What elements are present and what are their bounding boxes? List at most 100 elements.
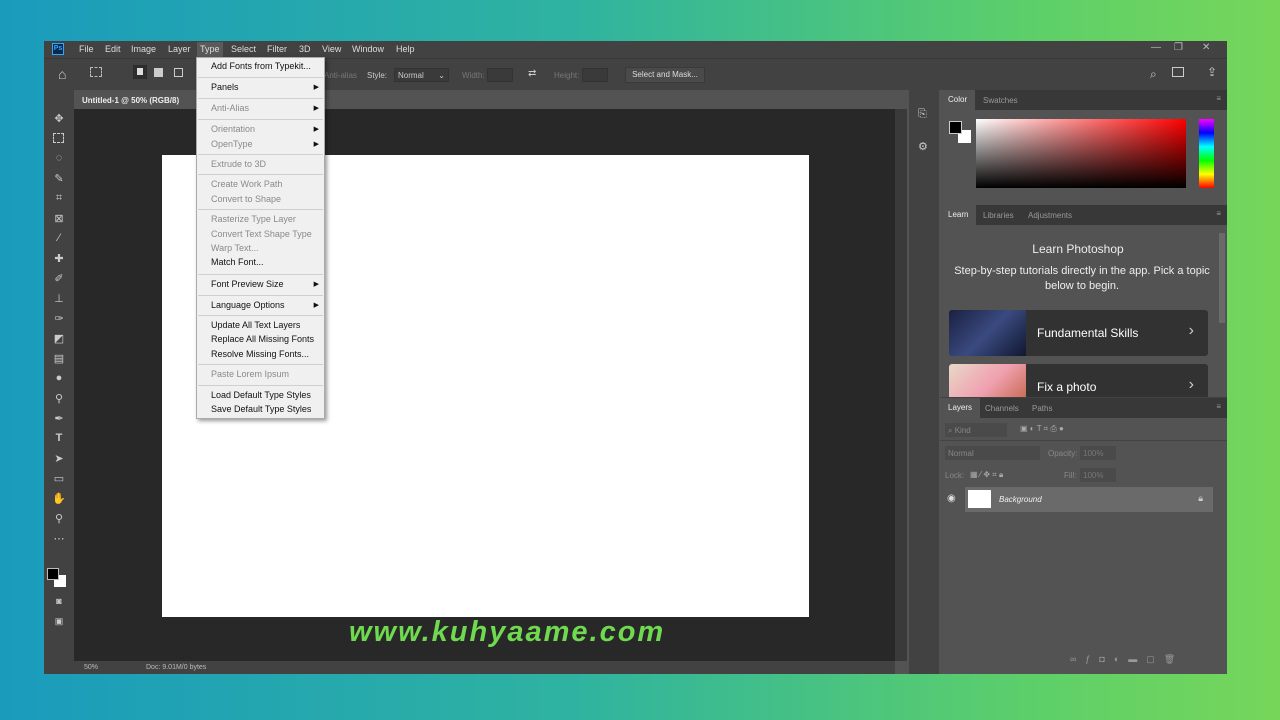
- menu-item-update-all-text-layers[interactable]: Update All Text Layers: [211, 320, 300, 330]
- lock-icons[interactable]: ▦ ⁄ ✥ ⌗ 🔒︎: [970, 470, 1003, 480]
- tab-color[interactable]: Color: [940, 90, 976, 110]
- menu-item-match-font[interactable]: Match Font...: [211, 257, 264, 267]
- menu-select[interactable]: Select: [231, 44, 256, 54]
- healing-brush-tool-icon[interactable]: ✚: [52, 252, 66, 265]
- menu-edit[interactable]: Edit: [105, 44, 121, 54]
- opacity-input[interactable]: 100%: [1080, 446, 1116, 460]
- zoom-level[interactable]: 50%: [84, 664, 98, 671]
- tab-learn[interactable]: Learn: [940, 205, 977, 225]
- menu-layer[interactable]: Layer: [168, 44, 191, 54]
- maximize-button[interactable]: ❐: [1174, 42, 1183, 53]
- menu-3d[interactable]: 3D: [299, 44, 311, 54]
- brush-tool-icon[interactable]: ✐: [52, 272, 66, 285]
- tab-channels[interactable]: Channels: [985, 404, 1019, 413]
- panel-menu-icon[interactable]: ≡: [1216, 94, 1221, 103]
- menu-item-warp-text[interactable]: Warp Text...: [211, 243, 259, 253]
- menu-item-convert-to-shape[interactable]: Convert to Shape: [211, 194, 281, 204]
- tutorial-card-fix-a-photo[interactable]: Fix a photo ›: [949, 364, 1208, 397]
- color-spectrum-field[interactable]: [976, 119, 1186, 188]
- screen-mode-icon[interactable]: ▣: [52, 616, 66, 627]
- move-tool-icon[interactable]: ✥: [52, 112, 66, 125]
- layer-kind-filter[interactable]: ⌕ Kind: [945, 423, 1007, 437]
- menu-window[interactable]: Window: [352, 44, 384, 54]
- share-icon[interactable]: ⇪: [1207, 65, 1217, 79]
- menu-item-extrude-to-3d[interactable]: Extrude to 3D: [211, 159, 266, 169]
- add-selection-button[interactable]: [154, 68, 163, 77]
- menu-type[interactable]: Type: [197, 42, 223, 58]
- minimize-button[interactable]: —: [1151, 42, 1161, 53]
- crop-tool-icon[interactable]: ⌗: [52, 192, 66, 205]
- foreground-color-swatch[interactable]: [949, 121, 962, 134]
- tab-libraries[interactable]: Libraries: [983, 211, 1014, 220]
- dodge-tool-icon[interactable]: ⚲: [52, 392, 66, 405]
- eye-icon[interactable]: ◉: [947, 493, 956, 504]
- menu-item-anti-alias[interactable]: Anti-Alias: [211, 103, 249, 113]
- panel-menu-icon[interactable]: ≡: [1216, 209, 1221, 218]
- menu-item-load-default-type-styles[interactable]: Load Default Type Styles: [211, 390, 311, 400]
- zoom-tool-icon[interactable]: ⚲: [52, 512, 66, 525]
- eraser-tool-icon[interactable]: ◩: [52, 332, 66, 345]
- hue-slider[interactable]: [1199, 119, 1214, 188]
- menu-item-panels[interactable]: Panels: [211, 82, 239, 92]
- menu-item-convert-text-shape-type[interactable]: Convert Text Shape Type: [211, 229, 312, 239]
- swap-icon[interactable]: ⇄: [528, 68, 536, 79]
- pen-tool-icon[interactable]: ✒: [52, 412, 66, 425]
- canvas-scrollbar[interactable]: [895, 109, 907, 661]
- foreground-color-swatch[interactable]: [47, 568, 59, 580]
- menu-item-resolve-missing-fonts[interactable]: Resolve Missing Fonts...: [211, 349, 309, 359]
- quick-mask-icon[interactable]: ◙: [52, 596, 66, 606]
- select-and-mask-button[interactable]: Select and Mask...: [625, 67, 705, 83]
- frame-tool-icon[interactable]: ⊠: [52, 212, 66, 225]
- menu-item-save-default-type-styles[interactable]: Save Default Type Styles: [211, 404, 311, 414]
- style-select[interactable]: Normal ⌄: [394, 68, 449, 82]
- history-brush-tool-icon[interactable]: ✑: [52, 312, 66, 325]
- height-input[interactable]: [582, 68, 608, 82]
- menu-file[interactable]: File: [79, 44, 94, 54]
- menu-item-add-fonts-from-typekit[interactable]: Add Fonts from Typekit...: [211, 61, 311, 71]
- learn-scrollbar[interactable]: [1219, 233, 1225, 323]
- marquee-tool-icon[interactable]: [90, 67, 102, 77]
- tutorial-card-fundamental-skills[interactable]: Fundamental Skills ›: [949, 310, 1208, 356]
- tab-adjustments[interactable]: Adjustments: [1028, 211, 1072, 220]
- stamp-tool-icon[interactable]: ⊥: [52, 292, 66, 305]
- tab-swatches[interactable]: Swatches: [983, 96, 1018, 105]
- menu-item-create-work-path[interactable]: Create Work Path: [211, 179, 282, 189]
- doc-info[interactable]: Doc: 9.01M/0 bytes: [146, 664, 206, 671]
- layer-row-background[interactable]: Background 🔒︎: [965, 487, 1213, 512]
- filter-icons[interactable]: ▣ ◐ T ⌗ ⎙ ●: [1020, 424, 1064, 434]
- search-icon[interactable]: ⌕: [1150, 67, 1157, 82]
- panel-menu-icon[interactable]: ≡: [1216, 402, 1221, 411]
- blend-mode-select[interactable]: Normal: [945, 446, 1040, 460]
- workspace-icon[interactable]: [1172, 67, 1184, 77]
- properties-panel-icon[interactable]: ⚙: [918, 140, 928, 153]
- width-input[interactable]: [487, 68, 513, 82]
- tab-layers[interactable]: Layers: [940, 398, 981, 418]
- more-tools-icon[interactable]: ⋯: [52, 532, 66, 545]
- menu-item-replace-all-missing-fonts[interactable]: Replace All Missing Fonts: [211, 334, 314, 344]
- menu-help[interactable]: Help: [396, 44, 415, 54]
- menu-item-font-preview-size[interactable]: Font Preview Size: [211, 279, 284, 289]
- type-tool-icon[interactable]: T: [52, 432, 66, 444]
- lasso-tool-icon[interactable]: ◌: [52, 152, 66, 164]
- menu-item-opentype[interactable]: OpenType: [211, 139, 253, 149]
- blur-tool-icon[interactable]: ●: [52, 372, 66, 384]
- quick-select-tool-icon[interactable]: ✎: [52, 172, 66, 185]
- tab-paths[interactable]: Paths: [1032, 404, 1052, 413]
- marquee-tool-icon[interactable]: [53, 133, 64, 143]
- menu-filter[interactable]: Filter: [267, 44, 287, 54]
- close-button[interactable]: ✕: [1202, 42, 1210, 53]
- menu-item-rasterize-type-layer[interactable]: Rasterize Type Layer: [211, 214, 296, 224]
- new-selection-button[interactable]: [133, 65, 147, 79]
- menu-item-language-options[interactable]: Language Options: [211, 300, 285, 310]
- history-panel-icon[interactable]: ⎘: [918, 108, 927, 121]
- home-icon[interactable]: ⌂: [58, 66, 66, 82]
- layer-action-icons[interactable]: ∞ƒ◘◐▬▢🗑︎: [1070, 654, 1184, 665]
- hand-tool-icon[interactable]: ✋: [52, 492, 66, 505]
- menu-view[interactable]: View: [322, 44, 341, 54]
- gradient-tool-icon[interactable]: ▤: [52, 352, 66, 365]
- fill-input[interactable]: 100%: [1080, 468, 1116, 482]
- eyedropper-tool-icon[interactable]: ⁄: [52, 232, 66, 244]
- menu-image[interactable]: Image: [131, 44, 156, 54]
- menu-item-paste-lorem-ipsum[interactable]: Paste Lorem Ipsum: [211, 369, 289, 379]
- menu-item-orientation[interactable]: Orientation: [211, 124, 255, 134]
